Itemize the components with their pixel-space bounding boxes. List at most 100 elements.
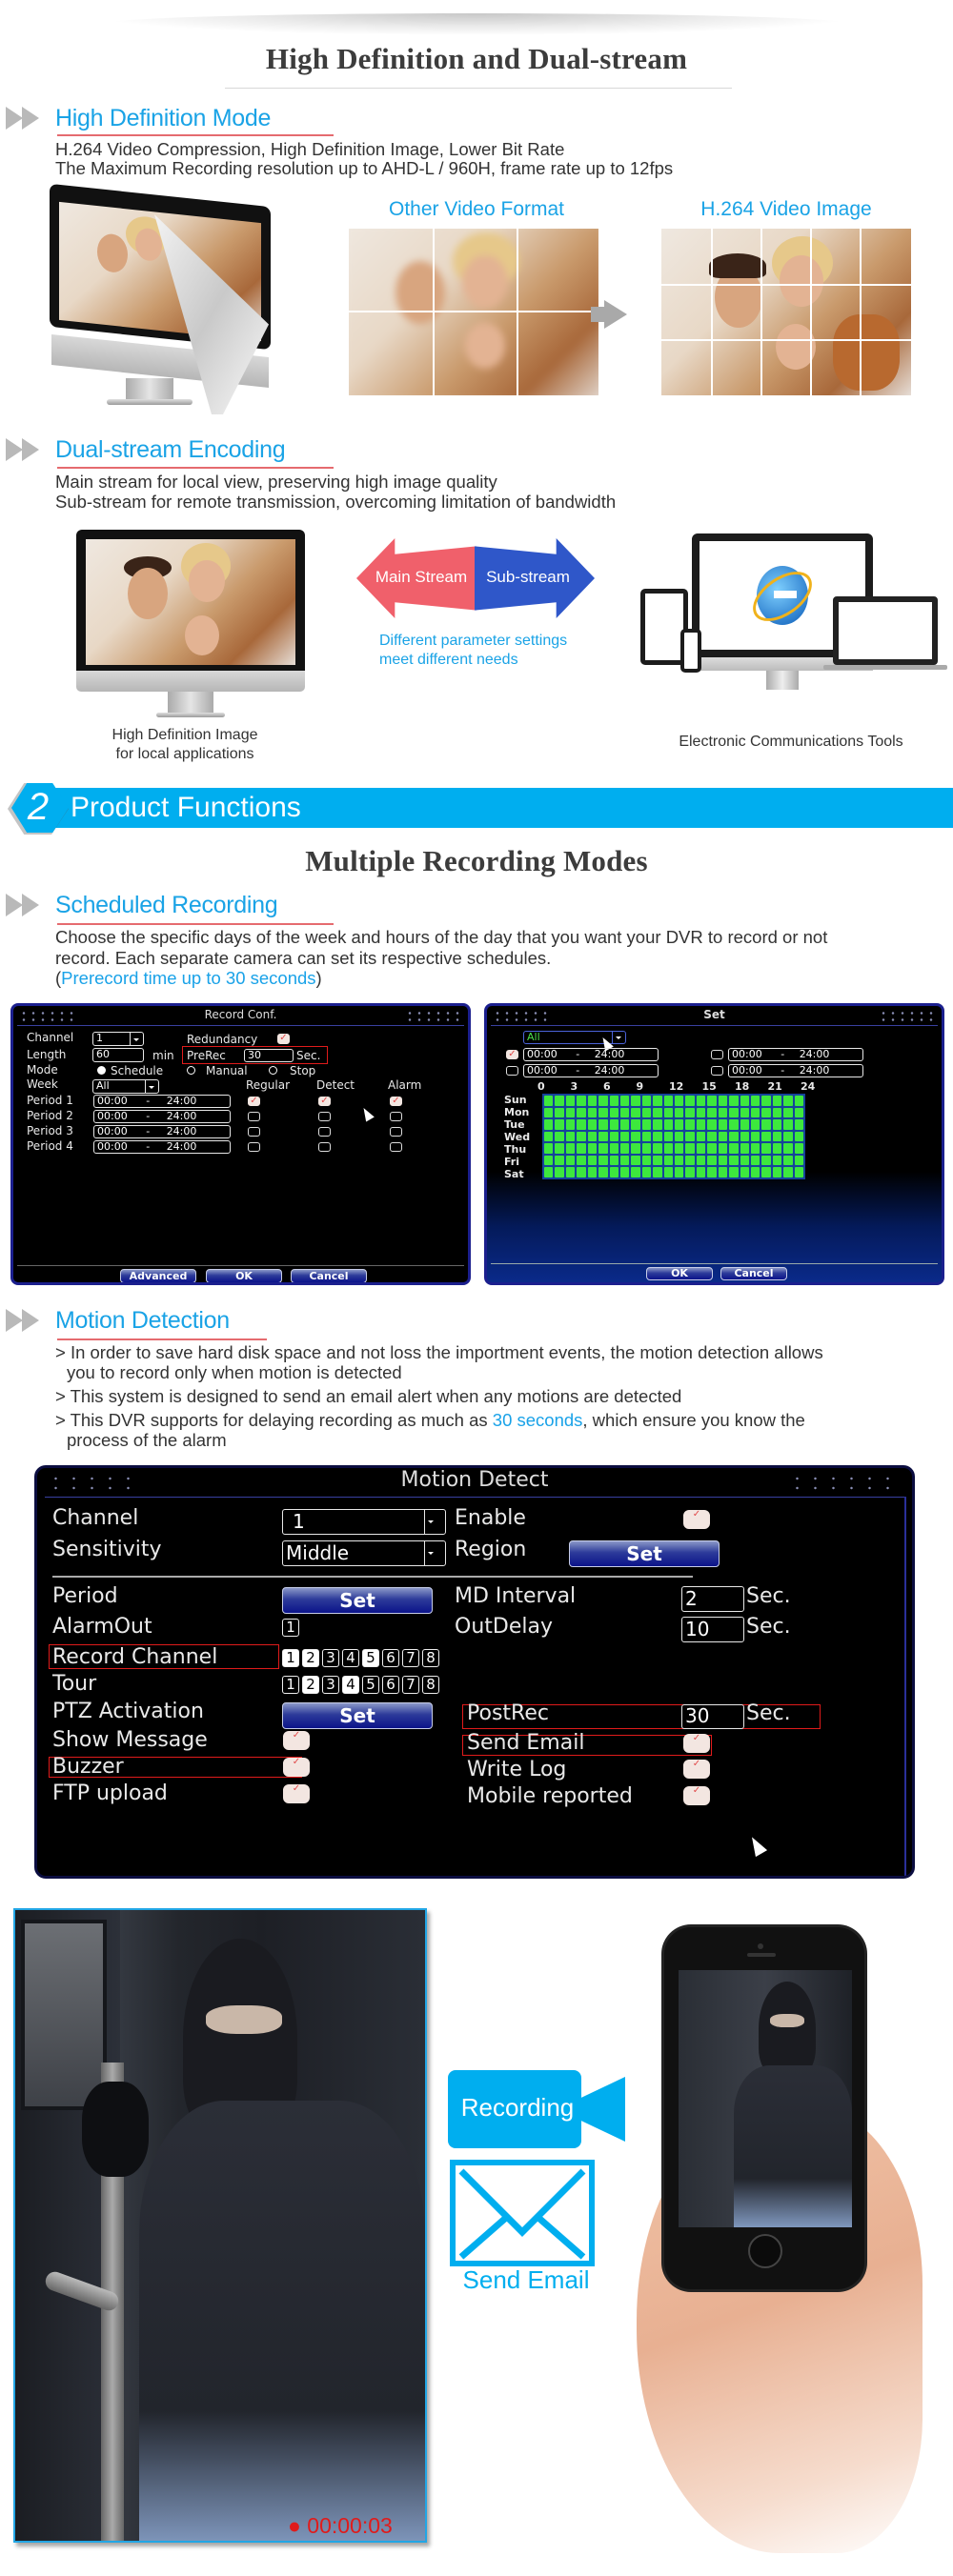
schedule-cell[interactable] <box>772 1131 782 1142</box>
schedule-cell[interactable] <box>577 1119 586 1130</box>
cancel-button[interactable]: Cancel <box>720 1267 787 1280</box>
schedule-cell[interactable] <box>794 1167 803 1177</box>
period-alarm-checkbox[interactable] <box>390 1112 402 1121</box>
schedule-cell[interactable] <box>663 1131 673 1142</box>
schedule-cell[interactable] <box>718 1167 728 1177</box>
schedule-cell[interactable] <box>675 1107 684 1118</box>
schedule-cell[interactable] <box>631 1167 640 1177</box>
period-detect-checkbox[interactable] <box>318 1096 331 1106</box>
schedule-cell[interactable] <box>619 1155 630 1166</box>
schedule-cell[interactable] <box>653 1167 662 1177</box>
schedule-cell[interactable] <box>729 1143 739 1154</box>
schedule-cell[interactable] <box>729 1131 739 1142</box>
schedule-cell[interactable] <box>653 1119 662 1130</box>
schedule-cell[interactable] <box>783 1096 793 1106</box>
schedule-cell[interactable] <box>685 1131 695 1142</box>
schedule-cell[interactable] <box>750 1167 760 1177</box>
schedule-cell[interactable] <box>707 1119 717 1130</box>
schedule-cell[interactable] <box>685 1119 695 1130</box>
md-write-log-checkbox[interactable] <box>683 1759 710 1779</box>
channel-toggle[interactable]: 4 <box>342 1649 359 1667</box>
schedule-cell[interactable] <box>750 1096 760 1106</box>
schedule-cell[interactable] <box>675 1143 684 1154</box>
period-time-input[interactable]: 00:00 - 24:00 <box>93 1125 231 1138</box>
schedule-cell[interactable] <box>696 1155 706 1166</box>
range-checkbox[interactable] <box>506 1066 518 1076</box>
md-interval-input[interactable]: 2 <box>681 1586 744 1612</box>
schedule-cell[interactable] <box>631 1119 640 1130</box>
schedule-cell[interactable] <box>598 1096 608 1106</box>
schedule-cell[interactable] <box>707 1096 717 1106</box>
md-mobile-checkbox[interactable] <box>683 1785 710 1805</box>
md-show-message-checkbox[interactable] <box>283 1730 310 1750</box>
schedule-cell[interactable] <box>707 1167 717 1177</box>
schedule-cell[interactable] <box>663 1107 673 1118</box>
schedule-cell[interactable] <box>619 1119 630 1130</box>
schedule-cell[interactable] <box>641 1107 652 1118</box>
schedule-cell[interactable] <box>587 1119 598 1130</box>
schedule-cell[interactable] <box>783 1131 793 1142</box>
channel-toggle[interactable]: 6 <box>382 1649 399 1667</box>
schedule-cell[interactable] <box>631 1096 640 1106</box>
channel-toggle[interactable]: 1 <box>282 1676 299 1694</box>
schedule-cell[interactable] <box>718 1131 728 1142</box>
schedule-cell[interactable] <box>587 1143 598 1154</box>
schedule-cell[interactable] <box>577 1096 586 1106</box>
channel-toggle[interactable]: 8 <box>422 1676 439 1694</box>
schedule-cell[interactable] <box>555 1107 564 1118</box>
schedule-cell[interactable] <box>587 1107 598 1118</box>
md-postrec-input[interactable]: 30 <box>681 1704 744 1729</box>
schedule-cell[interactable] <box>587 1167 598 1177</box>
period-detect-checkbox[interactable] <box>318 1142 331 1152</box>
schedule-cell[interactable] <box>685 1107 695 1118</box>
schedule-cell[interactable] <box>685 1143 695 1154</box>
schedule-cell[interactable] <box>631 1143 640 1154</box>
schedule-cell[interactable] <box>696 1096 706 1106</box>
period-alarm-checkbox[interactable] <box>390 1096 402 1106</box>
schedule-cell[interactable] <box>544 1107 554 1118</box>
period-alarm-checkbox[interactable] <box>390 1127 402 1137</box>
schedule-cell[interactable] <box>783 1143 793 1154</box>
schedule-cell[interactable] <box>587 1155 598 1166</box>
schedule-cell[interactable] <box>565 1143 576 1154</box>
schedule-cell[interactable] <box>565 1107 576 1118</box>
schedule-cell[interactable] <box>675 1167 684 1177</box>
range-checkbox[interactable] <box>506 1049 518 1059</box>
schedule-cell[interactable] <box>577 1131 586 1142</box>
schedule-cell[interactable] <box>740 1131 749 1142</box>
schedule-cell[interactable] <box>729 1155 739 1166</box>
schedule-cell[interactable] <box>555 1131 564 1142</box>
schedule-cell[interactable] <box>641 1096 652 1106</box>
schedule-cell[interactable] <box>696 1143 706 1154</box>
schedule-cell[interactable] <box>750 1155 760 1166</box>
period-regular-checkbox[interactable] <box>248 1127 260 1137</box>
period-regular-checkbox[interactable] <box>248 1096 260 1106</box>
schedule-cell[interactable] <box>555 1119 564 1130</box>
md-channel-select[interactable]: 1 <box>282 1509 446 1535</box>
range-time-input[interactable]: 00:00 - 24:00 <box>523 1048 659 1061</box>
schedule-cell[interactable] <box>653 1143 662 1154</box>
period-detect-checkbox[interactable] <box>318 1127 331 1137</box>
channel-toggle[interactable]: 5 <box>362 1649 379 1667</box>
schedule-cell[interactable] <box>544 1096 554 1106</box>
schedule-cell[interactable] <box>653 1096 662 1106</box>
schedule-cell[interactable] <box>555 1143 564 1154</box>
schedule-cell[interactable] <box>772 1107 782 1118</box>
schedule-cell[interactable] <box>718 1107 728 1118</box>
schedule-cell[interactable] <box>544 1119 554 1130</box>
schedule-cell[interactable] <box>761 1107 771 1118</box>
radio-schedule[interactable] <box>97 1066 106 1075</box>
schedule-cell[interactable] <box>663 1155 673 1166</box>
channel-toggle[interactable]: 2 <box>302 1676 319 1694</box>
schedule-cell[interactable] <box>696 1119 706 1130</box>
schedule-cell[interactable] <box>663 1119 673 1130</box>
radio-manual[interactable] <box>187 1066 195 1075</box>
schedule-cell[interactable] <box>696 1131 706 1142</box>
schedule-cell[interactable] <box>740 1143 749 1154</box>
schedule-cell[interactable] <box>729 1167 739 1177</box>
schedule-cell[interactable] <box>794 1107 803 1118</box>
schedule-cell[interactable] <box>707 1155 717 1166</box>
schedule-cell[interactable] <box>783 1155 793 1166</box>
radio-stop[interactable] <box>269 1066 277 1075</box>
channel-toggle[interactable]: 8 <box>422 1649 439 1667</box>
